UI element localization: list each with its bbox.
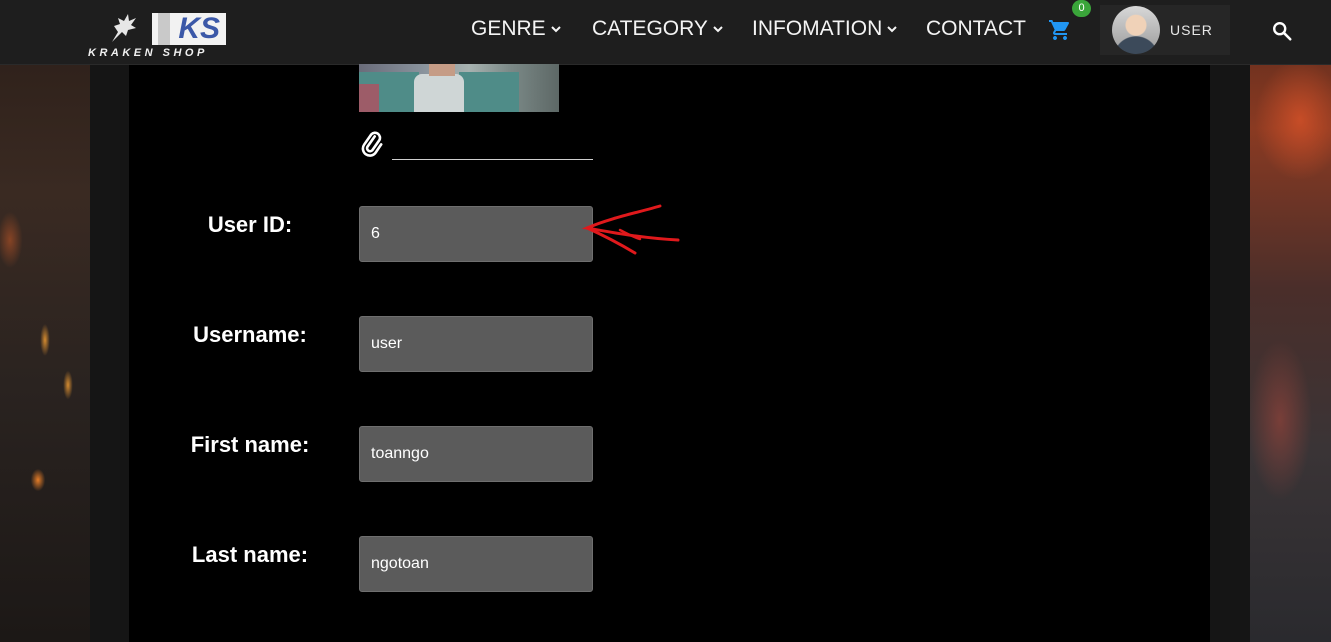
avatar [1112, 6, 1160, 54]
profile-photo [359, 64, 559, 112]
nav-contact[interactable]: CONTACT [926, 16, 1026, 42]
user-menu-label: USER [1170, 22, 1213, 38]
nav-infomation-label: INFOMATION [752, 17, 883, 40]
user-menu[interactable]: USER [1100, 5, 1230, 55]
annotation-arrow [581, 204, 680, 255]
first-name-field[interactable] [359, 426, 593, 482]
nav-infomation[interactable]: INFOMATION [752, 16, 898, 42]
bird-logo-icon [112, 14, 136, 42]
last-name-label: Last name: [191, 542, 309, 567]
background-left [0, 0, 90, 642]
first-name-label: First name: [190, 432, 310, 457]
chevron-down-icon [887, 26, 897, 33]
user-id-field[interactable] [359, 206, 593, 262]
search-icon[interactable] [1271, 20, 1293, 42]
last-name-field[interactable] [359, 536, 593, 592]
gutter-left [90, 0, 129, 642]
chevron-down-icon [713, 26, 723, 33]
chevron-down-icon [550, 26, 561, 33]
gutter-right [1210, 0, 1250, 642]
nav-contact-label: CONTACT [926, 17, 1026, 40]
nav-category-label: CATEGORY [592, 17, 708, 40]
shopping-cart-icon[interactable] [1047, 18, 1073, 42]
nav-genre-label: GENRE [471, 17, 546, 40]
file-input-underline[interactable] [392, 159, 593, 160]
username-label: Username: [193, 322, 307, 347]
top-navbar: KS KRAKEN SHOP GENRE CATEGORY INFOMATION… [0, 0, 1331, 65]
nav-genre[interactable]: GENRE [471, 16, 562, 42]
logo-wordmark: KRAKEN SHOP [88, 47, 208, 59]
paperclip-icon[interactable] [360, 131, 384, 157]
user-id-label: User ID: [207, 212, 293, 237]
background-right [1250, 0, 1331, 642]
cart-count-badge: 0 [1072, 0, 1091, 17]
logo-ks-badge: KS [152, 13, 226, 45]
username-field[interactable] [359, 316, 593, 372]
kraken-shop-logo[interactable]: KS KRAKEN SHOP [86, 10, 231, 62]
nav-category[interactable]: CATEGORY [592, 16, 724, 42]
